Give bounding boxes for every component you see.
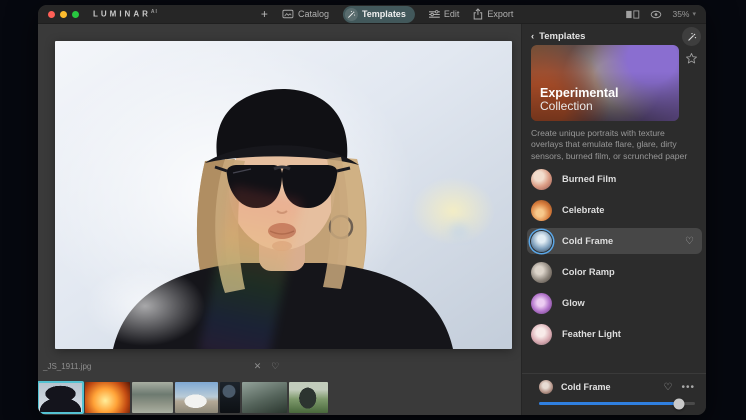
heart-icon[interactable]: ♡ xyxy=(664,382,673,393)
collection-title: Experimental xyxy=(540,86,619,100)
tab-label: Edit xyxy=(444,9,460,19)
tab-label: Catalog xyxy=(298,9,329,19)
toolbar-tabs: + Catalog Templates xyxy=(261,5,513,23)
template-thumbnail xyxy=(531,262,552,283)
edit-icon xyxy=(429,10,440,19)
star-icon xyxy=(685,52,698,65)
tab-label: Templates xyxy=(362,9,406,19)
favorites-button[interactable] xyxy=(685,52,698,65)
template-glow[interactable]: Glow xyxy=(527,290,702,316)
close-window-button[interactable] xyxy=(48,11,55,18)
template-thumbnail xyxy=(531,169,552,190)
photo-preview[interactable] xyxy=(55,41,512,349)
heart-icon[interactable]: ♡ xyxy=(685,236,694,247)
tab-catalog[interactable]: Catalog xyxy=(282,9,329,19)
template-thumbnail xyxy=(531,324,552,345)
app-logo: LUMINARAI xyxy=(93,9,158,19)
zoom-window-button[interactable] xyxy=(72,11,79,18)
filmstrip xyxy=(38,379,328,415)
filmstrip-thumb-portrait[interactable] xyxy=(38,382,83,413)
export-icon xyxy=(473,8,483,20)
template-celebrate[interactable]: Celebrate xyxy=(527,197,702,223)
toolbar-right: 35% ▾ xyxy=(625,5,696,23)
tab-export[interactable]: Export xyxy=(473,8,513,20)
more-options-icon[interactable]: ••• xyxy=(681,382,695,393)
filmstrip-thumb-field-selfie[interactable] xyxy=(289,382,328,413)
template-cold-frame[interactable]: Cold Frame ♡ xyxy=(527,228,702,254)
filename-label: _JS_1911.jpg xyxy=(43,362,91,371)
file-row: _JS_1911.jpg ✕ ♡ xyxy=(38,361,495,375)
template-list: Burned Film Celebrate Cold Frame ♡ Color… xyxy=(527,166,702,352)
compare-icon[interactable] xyxy=(625,10,640,19)
amount-slider-fill xyxy=(539,402,679,405)
wand-icon xyxy=(687,32,697,42)
title-bar: LUMINARAI + Catalog xyxy=(38,5,706,24)
chevron-left-icon: ‹ xyxy=(531,31,534,42)
template-feather-light[interactable]: Feather Light xyxy=(527,321,702,347)
template-color-ramp[interactable]: Color Ramp xyxy=(527,259,702,285)
collection-description: Create unique portraits with texture ove… xyxy=(531,128,693,162)
template-thumbnail xyxy=(531,200,552,221)
template-burned-film[interactable]: Burned Film xyxy=(527,166,702,192)
portrait-photo xyxy=(55,41,512,349)
filmstrip-thumb-explosion[interactable] xyxy=(85,382,130,413)
templates-panel-toggle[interactable] xyxy=(682,27,701,46)
minimize-window-button[interactable] xyxy=(60,11,67,18)
catalog-icon xyxy=(282,9,294,19)
filmstrip-thumb-storm[interactable] xyxy=(132,382,173,413)
applied-template-thumbnail xyxy=(539,380,553,394)
amount-slider[interactable] xyxy=(539,402,695,405)
template-thumbnail xyxy=(531,231,552,252)
zoom-level-dropdown[interactable]: 35% ▾ xyxy=(672,9,696,19)
applied-template-label: Cold Frame xyxy=(561,382,664,392)
tab-label: Export xyxy=(487,9,513,19)
editor-canvas: _JS_1911.jpg ✕ ♡ xyxy=(38,24,521,415)
chevron-down-icon: ▾ xyxy=(692,10,696,18)
filmstrip-thumb-mountain[interactable] xyxy=(242,382,287,413)
tab-templates[interactable]: Templates xyxy=(343,6,415,23)
collection-subtitle: Collection xyxy=(540,100,619,114)
templates-sidebar: ‹ Templates Experimental Collection xyxy=(521,24,706,415)
traffic-lights xyxy=(48,11,79,18)
back-to-templates-button[interactable]: ‹ Templates xyxy=(531,31,585,42)
preview-eye-icon[interactable] xyxy=(650,10,662,19)
collection-card[interactable]: Experimental Collection xyxy=(531,45,679,121)
favorite-heart-icon[interactable]: ♡ xyxy=(271,361,279,372)
filmstrip-thumb-dark-scene[interactable] xyxy=(220,382,240,413)
back-label: Templates xyxy=(539,31,585,42)
app-window: LUMINARAI + Catalog xyxy=(38,5,706,415)
wand-icon xyxy=(345,8,358,21)
zoom-level-value: 35% xyxy=(672,9,689,19)
tab-edit[interactable]: Edit xyxy=(429,9,460,19)
close-icon[interactable]: ✕ xyxy=(254,361,262,372)
applied-template-panel: Cold Frame ♡ ••• xyxy=(522,373,706,415)
template-thumbnail xyxy=(531,293,552,314)
add-button[interactable]: + xyxy=(261,8,268,20)
amount-slider-thumb[interactable] xyxy=(674,398,685,409)
filmstrip-thumb-van[interactable] xyxy=(175,382,218,413)
